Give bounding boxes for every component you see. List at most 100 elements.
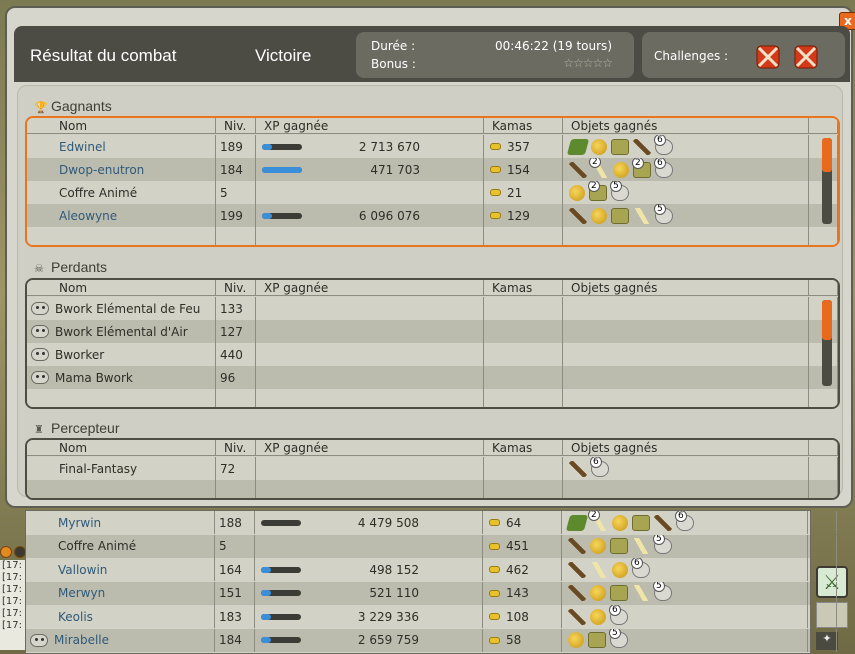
feather-item-icon[interactable]: 2	[588, 511, 608, 531]
chat-tabs[interactable]	[0, 546, 26, 558]
item-quantity: 6	[590, 457, 602, 468]
gold-item-icon[interactable]	[613, 161, 629, 178]
gold-item-icon[interactable]	[612, 514, 628, 531]
feather-item-icon[interactable]	[632, 538, 650, 554]
player-level: 96	[220, 370, 236, 385]
skull-item-icon[interactable]: 5	[609, 628, 628, 648]
gold-item-icon[interactable]	[568, 632, 584, 648]
map-item-icon[interactable]: 2	[632, 158, 651, 178]
map-item-icon[interactable]: 2	[588, 181, 607, 201]
kamas-value: 58	[506, 633, 522, 647]
player-level: 188	[219, 515, 242, 530]
skull-item-icon[interactable]: 6	[590, 457, 609, 477]
kamas-coin-icon	[489, 589, 500, 597]
gold-item-icon[interactable]	[590, 585, 606, 601]
twig-item-icon[interactable]	[569, 161, 587, 178]
map-item-icon[interactable]	[632, 514, 650, 531]
table-row[interactable]: Final-Fantasy 72 6	[27, 457, 838, 480]
cell-xp	[256, 366, 484, 389]
map-item-icon[interactable]	[610, 585, 628, 601]
twig-item-icon[interactable]	[569, 460, 587, 477]
twig-item-icon[interactable]	[633, 138, 651, 155]
map-item-icon[interactable]	[610, 538, 628, 554]
twig-item-icon[interactable]	[568, 585, 586, 601]
feather-item-icon[interactable]	[590, 561, 608, 578]
player-name[interactable]: Aleowyne	[59, 209, 117, 223]
leaf-item-icon[interactable]	[565, 514, 589, 531]
skull-item-icon[interactable]: 6	[654, 135, 673, 155]
leaf-item-icon[interactable]	[566, 138, 590, 155]
item-quantity: 2	[589, 158, 601, 168]
table-row[interactable]: Coffre Animé 5 451 5	[26, 534, 837, 558]
skull-item-icon[interactable]: 5	[653, 581, 672, 601]
cell-kamas	[484, 457, 563, 480]
skull-item-icon[interactable]: 6	[609, 605, 628, 625]
twig-item-icon[interactable]	[568, 538, 586, 554]
skull-item-icon[interactable]: 5	[653, 534, 672, 554]
gold-item-icon[interactable]	[569, 184, 585, 201]
table-row[interactable]: Merwyn 151 521 110 143 5	[26, 581, 837, 605]
twig-item-icon[interactable]	[568, 608, 586, 625]
empty-table-row	[27, 389, 838, 407]
skull-item-icon[interactable]: 5	[610, 181, 629, 201]
chat-tab-icon[interactable]	[0, 546, 12, 558]
gold-item-icon[interactable]	[590, 538, 606, 554]
losers-scroll-thumb[interactable]	[822, 300, 832, 340]
table-row[interactable]: Coffre Animé 5 21 2 5	[27, 181, 838, 204]
table-row[interactable]: Aleowyne 199 6 096 076 129 5	[27, 204, 838, 227]
cell-pad	[809, 227, 838, 245]
xp-progress-fill	[261, 566, 271, 573]
cell-pad	[808, 511, 837, 534]
feather-item-icon[interactable]: 2	[589, 158, 609, 178]
duration-label: Durée :	[371, 39, 416, 53]
failed-challenge-icon[interactable]	[792, 43, 820, 71]
table-row[interactable]: Dwop-enutron 184 471 703 154 2 2 6	[27, 158, 838, 181]
table-row[interactable]: Vallowin 164 498 152 462 6	[26, 558, 837, 581]
skull-icon	[31, 325, 49, 338]
twig-item-icon[interactable]	[569, 207, 587, 224]
table-row[interactable]: Keolis 183 3 229 336 108 6	[26, 605, 837, 628]
table-row[interactable]: Bwork Elémental de Feu 133	[27, 297, 838, 320]
player-name[interactable]: Vallowin	[58, 563, 107, 577]
feather-item-icon[interactable]	[633, 207, 651, 224]
player-name[interactable]: Mirabelle	[54, 633, 109, 647]
player-name[interactable]: Merwyn	[58, 586, 105, 600]
skull-item-icon[interactable]: 6	[631, 558, 650, 578]
failed-challenge-icon[interactable]	[754, 43, 782, 71]
losers-scrollbar[interactable]	[822, 300, 832, 386]
winners-scroll-thumb[interactable]	[822, 138, 832, 172]
feather-item-icon[interactable]	[632, 585, 650, 601]
player-level: 189	[220, 139, 243, 154]
table-row[interactable]: Mama Bwork 96	[27, 366, 838, 389]
skull-item-icon[interactable]: 6	[675, 511, 694, 531]
skull-item-icon[interactable]: 6	[654, 158, 673, 178]
twig-item-icon[interactable]	[654, 514, 672, 531]
chat-line: [17:	[2, 584, 22, 595]
table-row[interactable]: Bworker 440	[27, 343, 838, 366]
player-name[interactable]: Dwop-enutron	[59, 163, 144, 177]
table-row[interactable]: Edwinel 189 2 713 670 357 6	[27, 135, 838, 158]
kamas-value: 129	[507, 208, 530, 223]
gold-item-icon[interactable]	[590, 608, 606, 625]
player-name[interactable]: Myrwin	[58, 516, 101, 530]
map-item-icon[interactable]	[588, 632, 606, 648]
skull-icon	[31, 348, 49, 361]
player-name[interactable]: Edwinel	[59, 140, 106, 154]
twig-item-icon[interactable]	[568, 561, 586, 578]
table-row[interactable]: Bwork Elémental d'Air 127	[27, 320, 838, 343]
column-header-pad	[809, 280, 838, 295]
winners-section-title: 🏆 Gagnants	[34, 98, 112, 114]
cell-level	[216, 389, 256, 407]
table-row[interactable]: Myrwin 188 4 479 508 64 2 6	[26, 511, 837, 534]
table-row[interactable]: Mirabelle 184 2 659 759 58 5	[26, 628, 837, 652]
winners-scrollbar[interactable]	[822, 138, 832, 224]
skull-item-icon[interactable]: 5	[654, 204, 673, 224]
gold-item-icon[interactable]	[591, 138, 607, 155]
player-level: 184	[219, 633, 242, 647]
column-header-items: Objets gagnés	[563, 118, 809, 133]
gold-item-icon[interactable]	[612, 561, 628, 578]
player-name[interactable]: Keolis	[58, 610, 93, 624]
map-item-icon[interactable]	[611, 138, 629, 155]
gold-item-icon[interactable]	[591, 207, 607, 224]
map-item-icon[interactable]	[611, 207, 629, 224]
